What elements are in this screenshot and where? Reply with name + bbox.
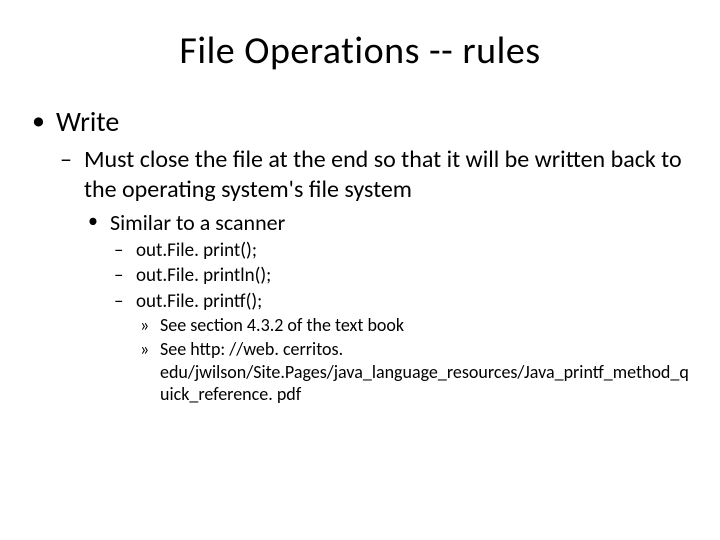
bullet-l4-text: out.File. println(); [136,264,271,287]
bullet-l5-text: See http: //web. cerritos. edu/jwilson/S… [160,338,689,405]
bullet-list-l2: Must close the file at the end so that i… [56,145,690,406]
bullet-l5-item: See section 4.3.2 of the text book [136,314,690,337]
bullet-list-l5: See section 4.3.2 of the text book See h… [136,314,690,406]
bullet-l5-item: See http: //web. cerritos. edu/jwilson/S… [136,338,690,406]
bullet-l5-text: See section 4.3.2 of the text book [160,314,404,336]
bullet-l2-item: Must close the file at the end so that i… [56,145,690,406]
bullet-l2-text: Must close the file at the end so that i… [84,145,682,204]
slide: File Operations -- rules Write Must clos… [0,0,720,540]
bullet-l4-item: out.File. printf(); See section 4.3.2 of… [110,290,690,406]
bullet-list-l4: out.File. print(); out.File. println(); … [110,239,690,406]
bullet-l1-text: Write [56,104,119,139]
slide-title: File Operations -- rules [0,0,720,104]
bullet-l3-text: Similar to a scanner [110,209,285,236]
bullet-l4-text: out.File. print(); [136,239,257,262]
bullet-l3-item: Similar to a scanner out.File. print(); … [84,209,690,406]
slide-body: Write Must close the file at the end so … [0,104,720,406]
bullet-l4-item: out.File. print(); [110,239,690,263]
bullet-list-l1: Write Must close the file at the end so … [30,104,690,406]
bullet-l4-item: out.File. println(); [110,264,690,288]
bullet-list-l3: Similar to a scanner out.File. print(); … [84,209,690,406]
bullet-l1-item: Write Must close the file at the end so … [30,104,690,406]
bullet-l4-text: out.File. printf(); [136,290,262,313]
